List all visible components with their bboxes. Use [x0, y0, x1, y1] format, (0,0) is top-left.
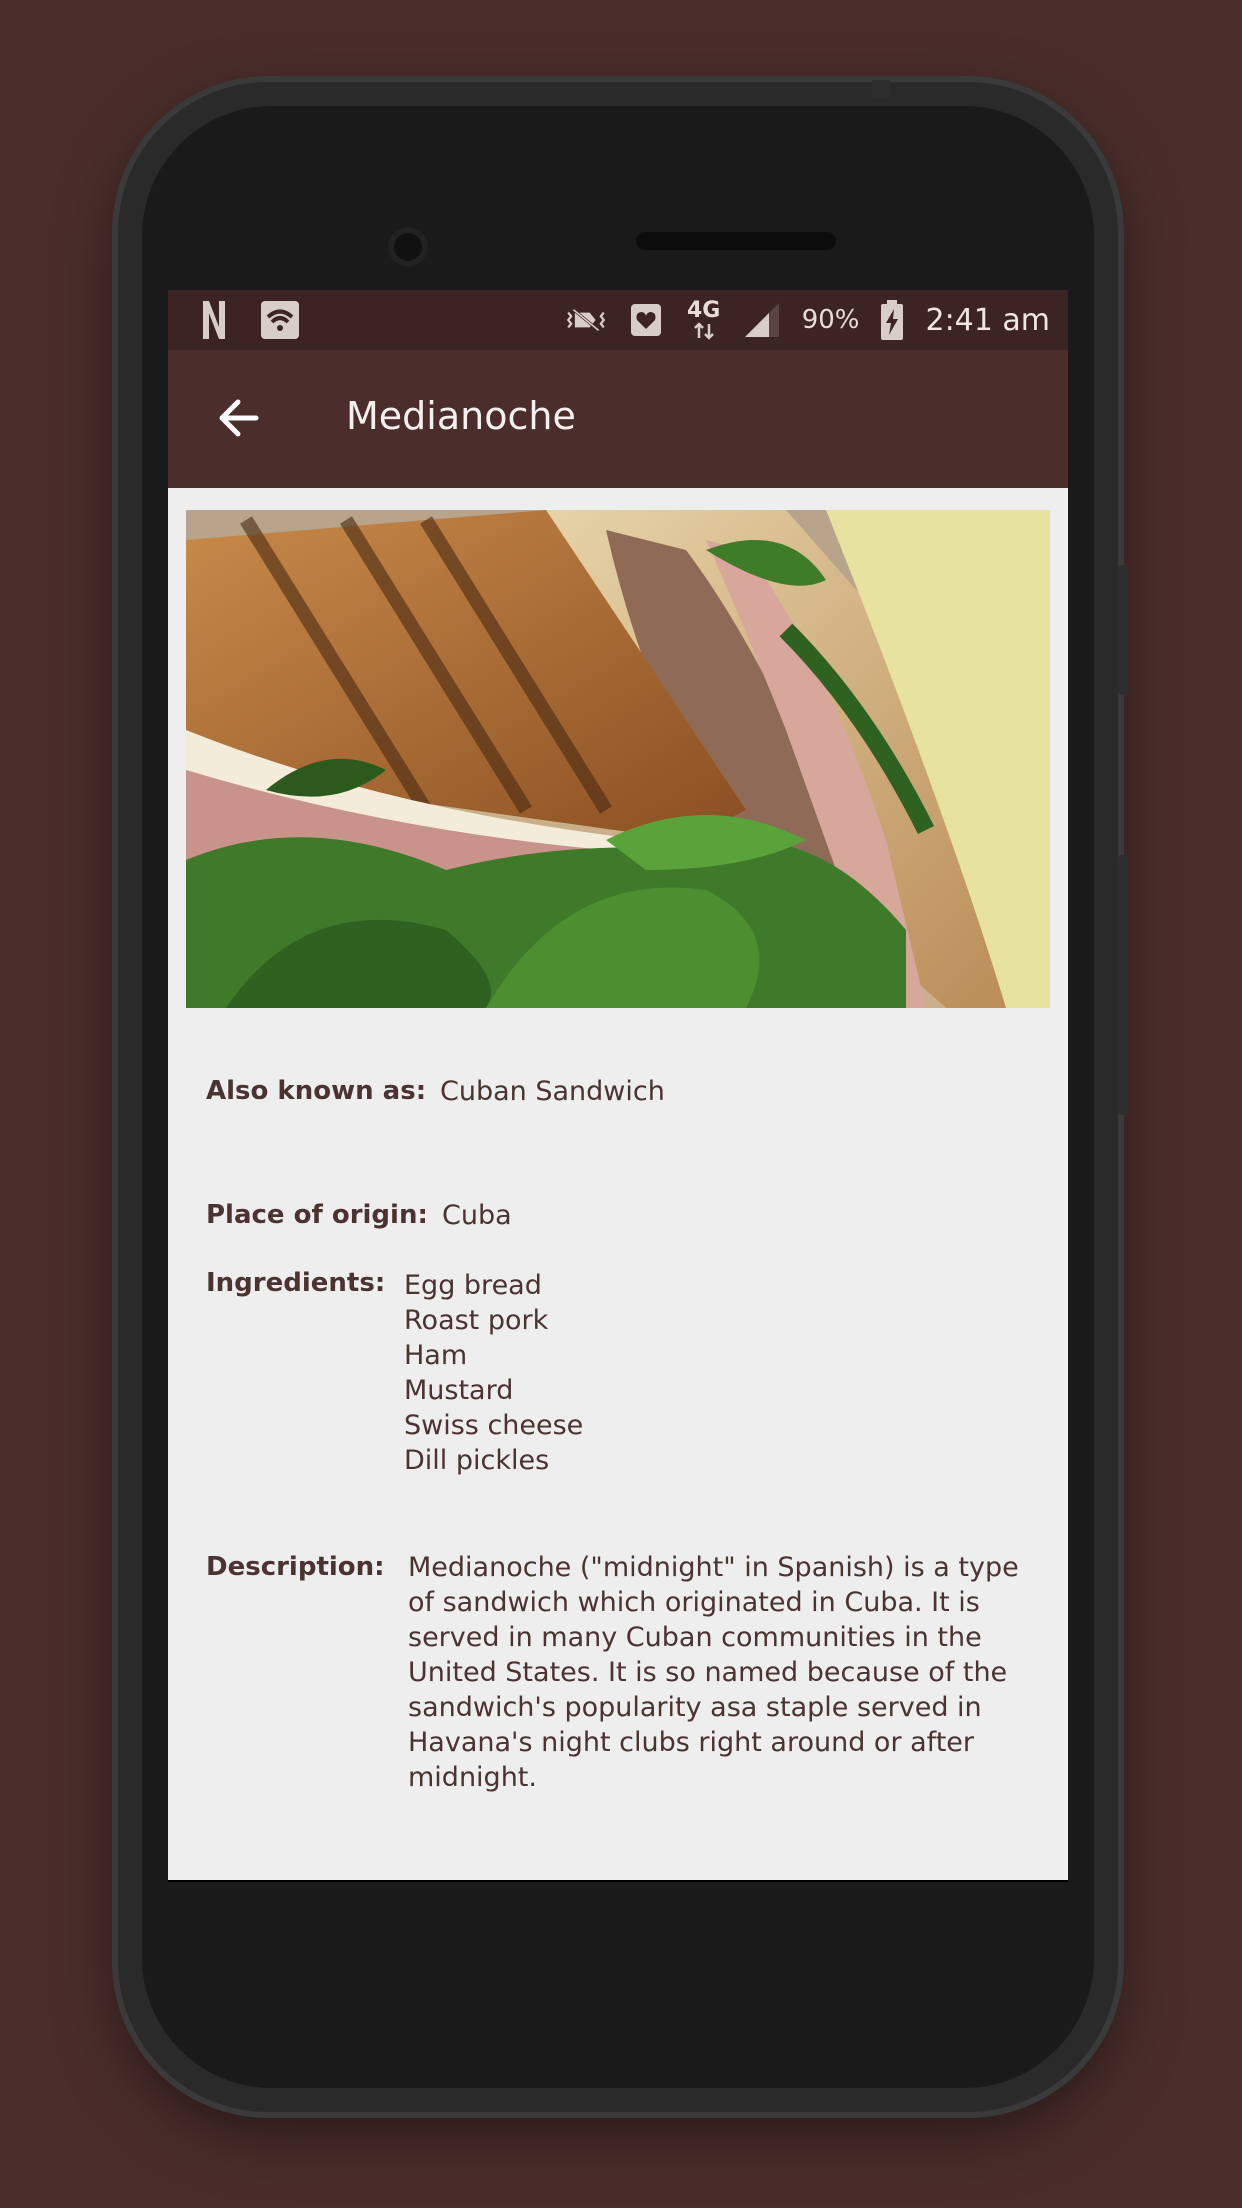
volume-button — [1118, 855, 1128, 1115]
status-bar: 4G 90% 2:41 am — [168, 290, 1068, 350]
ingredients-list: Egg bread Roast pork Ham Mustard Swiss c… — [404, 1268, 583, 1478]
earpiece-speaker — [636, 232, 836, 250]
list-item: Mustard — [404, 1375, 514, 1406]
list-item: Roast pork — [404, 1305, 549, 1336]
list-item: Egg bread — [404, 1270, 542, 1301]
list-item: Ham — [404, 1340, 468, 1371]
heart-icon — [626, 298, 666, 342]
place-of-origin-value: Cuba — [442, 1200, 512, 1231]
arrow-back-icon — [219, 399, 259, 437]
status-time: 2:41 am — [925, 302, 1050, 338]
medianoche-sandwich-photo — [186, 510, 1050, 1008]
description-text: Medianoche ("midnight" in Spanish) is a … — [408, 1552, 1019, 1793]
app-bar: Medianoche — [168, 350, 1068, 488]
battery-percent: 90% — [801, 305, 860, 335]
also-known-as-label: Also known as: — [206, 1076, 427, 1106]
also-known-as-value: Cuban Sandwich — [440, 1076, 665, 1107]
vibrate-icon — [566, 298, 606, 342]
power-button — [1118, 565, 1128, 695]
list-item: Dill pickles — [404, 1445, 550, 1476]
network-4g-icon: 4G — [686, 298, 722, 342]
signal-icon — [742, 298, 782, 342]
place-of-origin-label: Place of origin: — [206, 1200, 428, 1230]
battery-icon — [879, 298, 905, 342]
description-label: Description: — [206, 1552, 385, 1582]
top-notch — [872, 80, 890, 98]
list-item: Swiss cheese — [404, 1410, 584, 1441]
ingredients-label: Ingredients: — [206, 1268, 386, 1298]
screen: 4G 90% 2:41 am Medianoche Also known as:… — [168, 290, 1068, 1882]
netflix-icon — [194, 298, 234, 342]
page-title: Medianoche — [346, 394, 576, 438]
front-camera — [388, 227, 428, 267]
detail-content: Also known as: Cuban Sandwich Place of o… — [168, 488, 1068, 1880]
wifi-icon — [260, 298, 300, 342]
back-button[interactable] — [208, 388, 268, 448]
